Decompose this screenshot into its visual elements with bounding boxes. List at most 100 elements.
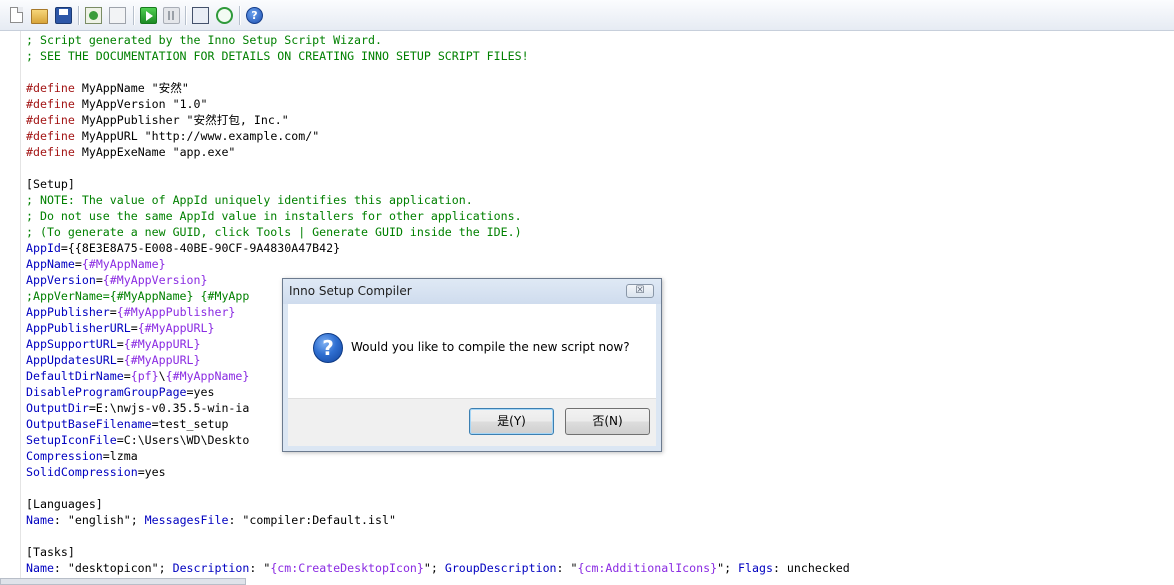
code-token: : "desktopicon";	[53, 561, 173, 575]
yes-button[interactable]: 是(Y)	[469, 408, 554, 435]
code-line[interactable]: ; Do not use the same AppId value in ins…	[26, 208, 1166, 224]
code-token: =	[74, 257, 82, 271]
code-line[interactable]: ; SEE THE DOCUMENTATION FOR DETAILS ON C…	[26, 48, 1166, 64]
code-token: [Languages]	[26, 497, 103, 511]
code-token: ";	[423, 561, 445, 575]
code-token: Description	[172, 561, 250, 575]
stop-compile-icon[interactable]	[109, 7, 126, 24]
code-line[interactable]: ; Script generated by the Inno Setup Scr…	[26, 32, 1166, 48]
code-token: =	[95, 273, 103, 287]
code-token: =E:\nwjs-v0.35.5-win-ia	[88, 401, 250, 415]
code-line[interactable]	[26, 480, 1166, 496]
target-icon[interactable]	[192, 7, 209, 24]
compile-dialog: Inno Setup Compiler ☒ ? Would you like t…	[282, 278, 662, 452]
code-token: AppName	[26, 257, 75, 271]
code-token: AppSupportURL	[26, 337, 117, 351]
code-line[interactable]: AppId={{8E3E8A75-E008-40BE-90CF-9A4830A4…	[26, 240, 1166, 256]
code-token: #define	[26, 113, 75, 127]
code-token: ; (To generate a new GUID, click Tools |…	[26, 225, 522, 239]
dialog-message: Would you like to compile the new script…	[351, 340, 630, 354]
code-token: =	[109, 305, 117, 319]
code-token: SetupIconFile	[26, 433, 117, 447]
code-token: ={{8E3E8A75-E008-40BE-90CF-9A4830A47B42}	[60, 241, 341, 255]
code-token: =	[116, 337, 124, 351]
code-token: AppPublisherURL	[26, 321, 131, 335]
code-token: =yes	[137, 465, 166, 479]
code-line[interactable]	[26, 528, 1166, 544]
code-line[interactable]: SolidCompression=yes	[26, 464, 1166, 480]
code-token: =C:\Users\WD\Deskto	[116, 433, 250, 447]
code-token: MessagesFile	[144, 513, 229, 527]
code-token: ";	[717, 561, 739, 575]
horizontal-scrollbar[interactable]	[0, 578, 246, 585]
code-token: Name	[26, 513, 54, 527]
code-token: =	[130, 321, 138, 335]
code-line[interactable]: Name: "desktopicon"; Description: "{cm:C…	[26, 560, 1166, 576]
code-token: SolidCompression	[26, 465, 138, 479]
code-line[interactable]: #define MyAppPublisher "安然打包, Inc."	[26, 112, 1166, 128]
code-token: {#MyAppVersion}	[102, 273, 208, 287]
toolbar-separator	[239, 6, 241, 25]
code-token: {#MyAppPublisher}	[116, 305, 236, 319]
code-token: MyAppVersion "1.0"	[74, 97, 208, 111]
code-token: AppPublisher	[26, 305, 110, 319]
code-token: {#MyAppName}	[165, 369, 250, 383]
code-line[interactable]: AppName={#MyAppName}	[26, 256, 1166, 272]
compile-icon[interactable]	[85, 7, 102, 24]
code-token: =test_setup	[151, 417, 229, 431]
question-icon: ?	[313, 333, 343, 363]
code-token: Compression	[26, 449, 103, 463]
code-token: : "english";	[53, 513, 145, 527]
code-token: AppUpdatesURL	[26, 353, 117, 367]
code-token: : "compiler:Default.isl"	[228, 513, 396, 527]
code-line[interactable]: [Languages]	[26, 496, 1166, 512]
dialog-titlebar[interactable]: Inno Setup Compiler ☒	[283, 279, 661, 304]
code-line[interactable]: #define MyAppURL "http://www.example.com…	[26, 128, 1166, 144]
code-token: MyAppURL "http://www.example.com/"	[74, 129, 320, 143]
code-token: {pf}	[130, 369, 159, 383]
code-token: MyAppExeName "app.exe"	[74, 145, 236, 159]
code-token: #define	[26, 81, 75, 95]
code-token: #define	[26, 97, 75, 111]
code-token: MyAppName "安然"	[74, 81, 189, 95]
no-button[interactable]: 否(N)	[565, 408, 650, 435]
code-token: ; Script generated by the Inno Setup Scr…	[26, 33, 382, 47]
code-token: Flags	[738, 561, 773, 575]
code-token: =	[116, 353, 124, 367]
code-token: OutputDir	[26, 401, 89, 415]
refresh-icon[interactable]	[216, 7, 233, 24]
save-icon[interactable]	[55, 7, 72, 24]
run-icon[interactable]	[140, 7, 157, 24]
toolbar: ?	[0, 0, 1174, 31]
new-file-icon[interactable]	[10, 7, 23, 23]
open-folder-icon[interactable]	[31, 9, 48, 24]
code-line[interactable]	[26, 64, 1166, 80]
code-token: MyAppPublisher "安然打包, Inc."	[74, 113, 289, 127]
code-line[interactable]: Name: "english"; MessagesFile: "compiler…	[26, 512, 1166, 528]
code-line[interactable]: #define MyAppName "安然"	[26, 80, 1166, 96]
code-line[interactable]	[26, 160, 1166, 176]
code-token: OutputBaseFilename	[26, 417, 152, 431]
code-token: {#MyAppURL}	[123, 353, 201, 367]
pause-icon[interactable]	[163, 7, 180, 24]
code-line[interactable]: [Tasks]	[26, 544, 1166, 560]
code-line[interactable]: ; NOTE: The value of AppId uniquely iden…	[26, 192, 1166, 208]
code-token: ; SEE THE DOCUMENTATION FOR DETAILS ON C…	[26, 49, 529, 63]
help-icon[interactable]: ?	[246, 7, 263, 24]
code-token: [Setup]	[26, 177, 75, 191]
dialog-button-bar: 是(Y) 否(N)	[288, 398, 656, 446]
code-line[interactable]: [Setup]	[26, 176, 1166, 192]
code-token: {#MyAppURL}	[123, 337, 201, 351]
code-token: =yes	[186, 385, 215, 399]
code-line[interactable]: ; (To generate a new GUID, click Tools |…	[26, 224, 1166, 240]
code-line[interactable]: #define MyAppExeName "app.exe"	[26, 144, 1166, 160]
code-token: {cm:CreateDesktopIcon}	[270, 561, 424, 575]
close-icon[interactable]: ☒	[626, 284, 654, 298]
code-token: {#MyAppURL}	[137, 321, 215, 335]
code-token: ;AppVerName={#MyAppName} {#MyApp	[26, 289, 250, 303]
code-line[interactable]: #define MyAppVersion "1.0"	[26, 96, 1166, 112]
code-token: GroupDescription	[444, 561, 557, 575]
code-token: {cm:AdditionalIcons}	[577, 561, 718, 575]
code-token: DisableProgramGroupPage	[26, 385, 187, 399]
code-token: DefaultDirName	[26, 369, 124, 383]
